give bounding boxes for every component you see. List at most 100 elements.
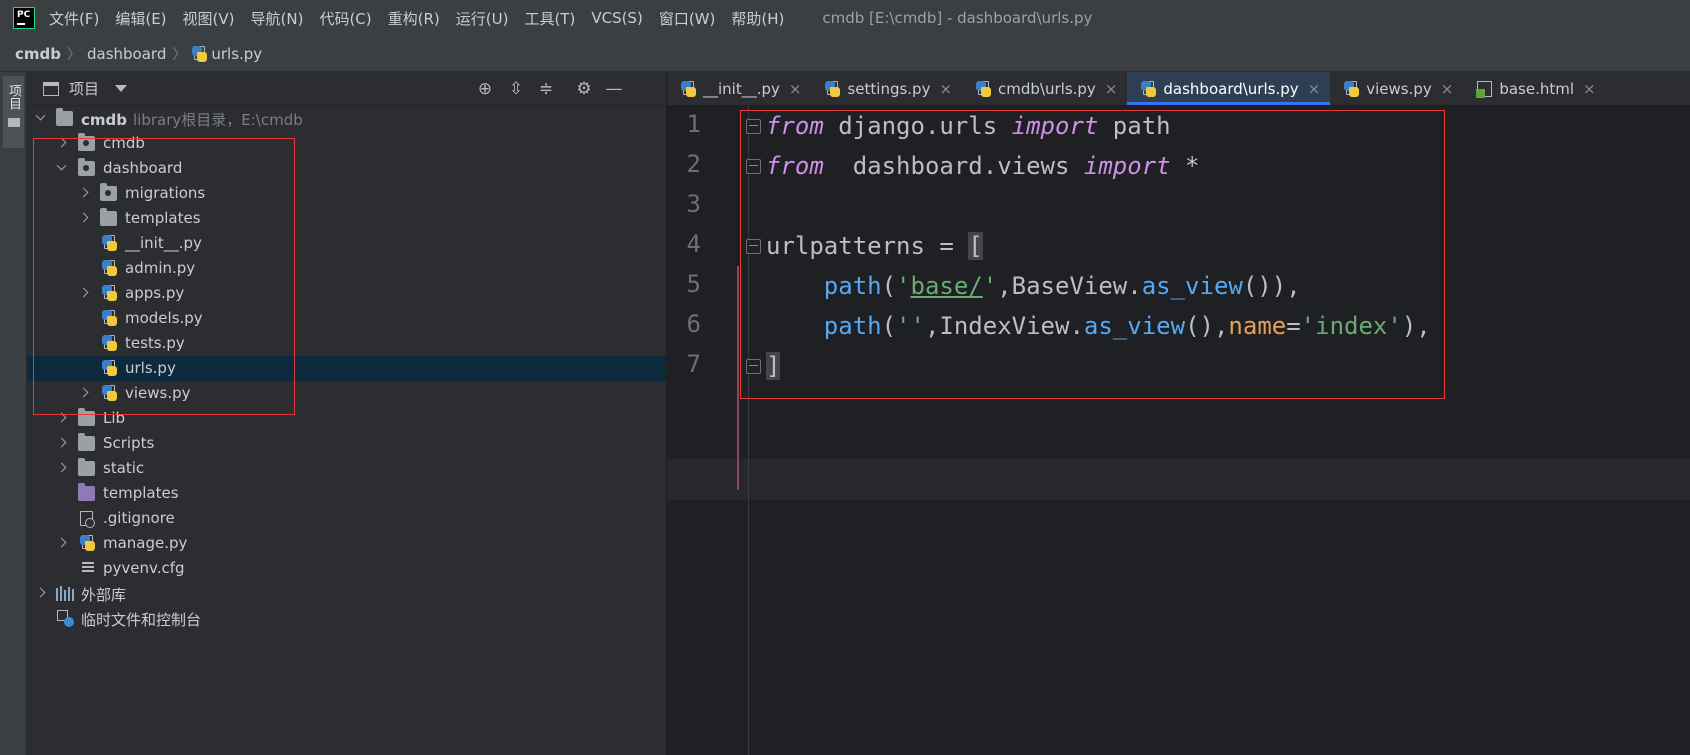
project-tool-label: 项目: [6, 84, 21, 110]
menu-code[interactable]: 代码(C): [319, 8, 371, 29]
menu-run[interactable]: 运行(U): [456, 8, 509, 29]
breadcrumb-item-file[interactable]: urls.py: [211, 45, 262, 63]
tree-item-pyvenv-cfg[interactable]: pyvenv.cfg: [27, 556, 666, 581]
project-tool-window-button[interactable]: 项目: [3, 76, 24, 148]
tab-base-html[interactable]: base.html ×: [1463, 72, 1605, 105]
package-icon: [100, 183, 117, 201]
tree-item-root[interactable]: cmdb library根目录，E:\cmdb: [27, 106, 666, 131]
close-icon[interactable]: ×: [1308, 80, 1321, 98]
chevron-right-icon[interactable]: [34, 586, 48, 600]
tree-item-label: pyvenv.cfg: [103, 559, 185, 577]
menu-refactor[interactable]: 重构(R): [388, 8, 440, 29]
close-icon[interactable]: ×: [1583, 80, 1596, 98]
tree-item-apps-py[interactable]: apps.py: [27, 281, 666, 306]
current-line-highlight: [667, 459, 1690, 500]
tab-dashboard-urls-py[interactable]: dashboard\urls.py ×: [1127, 72, 1331, 105]
close-icon[interactable]: ×: [1441, 80, 1454, 98]
chevron-right-icon[interactable]: [55, 436, 69, 450]
chevron-down-icon[interactable]: [115, 85, 128, 92]
string-literal: '': [896, 312, 925, 340]
pycharm-logo-icon: PC: [13, 7, 35, 29]
chevron-right-icon[interactable]: [77, 386, 91, 400]
menu-view[interactable]: 视图(V): [183, 8, 235, 29]
menu-help[interactable]: 帮助(H): [731, 8, 784, 29]
tree-item-urls-py[interactable]: urls.py: [27, 356, 666, 381]
close-icon[interactable]: ×: [789, 80, 802, 98]
fold-icon[interactable]: [746, 359, 761, 374]
menu-file[interactable]: 文件(F): [49, 8, 99, 29]
python-file-icon: [102, 285, 117, 301]
menu-window[interactable]: 窗口(W): [659, 8, 716, 29]
fold-icon[interactable]: [746, 159, 761, 174]
tree-item-label: manage.py: [103, 534, 188, 552]
chevron-right-icon[interactable]: [55, 461, 69, 475]
folder-icon: [100, 208, 117, 226]
menu-bar: PC 文件(F) 编辑(E) 视图(V) 导航(N) 代码(C) 重构(R) 运…: [0, 0, 1690, 36]
python-file-icon: [102, 385, 117, 401]
tab-cmdb-urls-py[interactable]: cmdb\urls.py ×: [962, 72, 1127, 105]
tree-item-label: .gitignore: [103, 509, 175, 527]
tree-item-manage-py[interactable]: manage.py: [27, 531, 666, 556]
python-file-icon: [976, 80, 992, 97]
tree-item-external-libraries[interactable]: 外部库: [27, 581, 666, 606]
tree-item-gitignore[interactable]: .gitignore: [27, 506, 666, 531]
tree-item-templates-root[interactable]: templates: [27, 481, 666, 506]
fold-icon[interactable]: [746, 119, 761, 134]
code-editor[interactable]: 1 2 3 4 5 6 7 from django.urls import pa…: [667, 106, 1690, 755]
breadcrumb-item-dashboard[interactable]: dashboard: [87, 45, 166, 63]
chevron-right-icon[interactable]: [55, 411, 69, 425]
tree-item-lib[interactable]: Lib: [27, 406, 666, 431]
chevron-right-icon[interactable]: [77, 186, 91, 200]
function-call: path: [823, 272, 882, 300]
close-icon[interactable]: ×: [1105, 80, 1118, 98]
line-number: 3: [686, 190, 701, 218]
chevron-down-icon[interactable]: [55, 161, 69, 175]
tab-views-py[interactable]: views.py ×: [1330, 72, 1463, 105]
project-panel-title[interactable]: 项目: [69, 78, 99, 99]
tree-item-label: __init__.py: [125, 234, 202, 252]
string-literal: ': [896, 272, 911, 300]
code-line-7: ]: [766, 346, 781, 386]
expand-all-icon[interactable]: ⇳: [507, 80, 525, 98]
locate-icon[interactable]: ⊕: [476, 80, 494, 98]
menu-navigate[interactable]: 导航(N): [251, 8, 304, 29]
tree-item-models-py[interactable]: models.py: [27, 306, 666, 331]
collapse-all-icon[interactable]: ≑: [537, 80, 555, 98]
tree-item-label: admin.py: [125, 259, 196, 277]
menu-tools[interactable]: 工具(T): [524, 8, 575, 29]
tree-item-dashboard[interactable]: dashboard: [27, 156, 666, 181]
tab-settings-py[interactable]: settings.py ×: [811, 72, 962, 105]
chevron-down-icon[interactable]: [34, 111, 48, 125]
tree-item-tests-py[interactable]: tests.py: [27, 331, 666, 356]
chevron-right-icon[interactable]: [55, 536, 69, 550]
tree-item-scripts[interactable]: Scripts: [27, 431, 666, 456]
fold-icon[interactable]: [746, 239, 761, 254]
project-view-icon: [43, 81, 59, 96]
chevron-right-icon[interactable]: [77, 286, 91, 300]
tree-item-static[interactable]: static: [27, 456, 666, 481]
tree-item-label: dashboard: [103, 159, 183, 177]
tree-item-init-py[interactable]: __init__.py: [27, 231, 666, 256]
chevron-right-icon[interactable]: [77, 211, 91, 225]
tree-root-meta: library根目录，E:\cmdb: [133, 111, 303, 129]
tree-item-cmdb[interactable]: cmdb: [27, 131, 666, 156]
tree-item-migrations[interactable]: migrations: [27, 181, 666, 206]
breadcrumb-item-project[interactable]: cmdb: [15, 45, 61, 63]
menu-vcs[interactable]: VCS(S): [591, 9, 642, 27]
folder-icon: [78, 408, 95, 426]
gear-icon[interactable]: ⚙: [575, 80, 593, 98]
close-icon[interactable]: ×: [939, 80, 952, 98]
menu-edit[interactable]: 编辑(E): [115, 8, 166, 29]
library-icon: [56, 586, 74, 601]
minimize-icon[interactable]: —: [605, 80, 623, 98]
tree-item-admin-py[interactable]: admin.py: [27, 256, 666, 281]
code-token: ),: [1401, 312, 1431, 340]
tree-item-templates[interactable]: templates: [27, 206, 666, 231]
line-number: 5: [686, 270, 701, 298]
tab-init-py[interactable]: __init__.py ×: [667, 72, 811, 105]
tree-item-scratches[interactable]: 临时文件和控制台: [27, 606, 666, 631]
tree-item-views-py[interactable]: views.py: [27, 381, 666, 406]
chevron-right-icon[interactable]: [55, 136, 69, 150]
tab-label: base.html: [1499, 79, 1575, 98]
code-token: ,BaseView.: [997, 272, 1142, 300]
